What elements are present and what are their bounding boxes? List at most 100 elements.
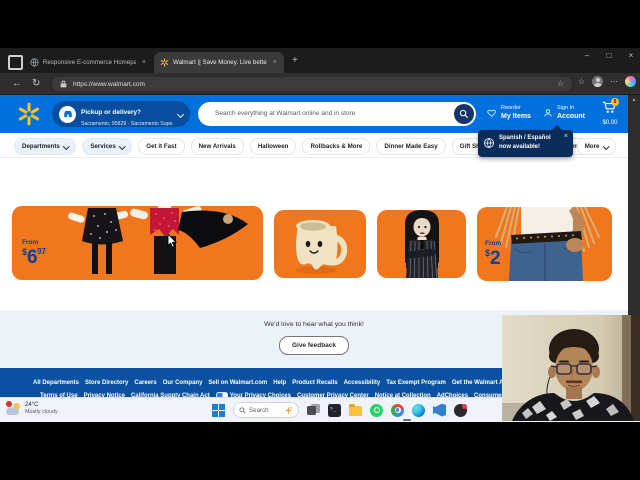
weather-desc: Mostly cloudy [25,408,58,415]
nav-item-departments[interactable]: Departments [14,138,77,155]
footer-link-help[interactable]: Help [273,380,286,386]
tab-bar: Responsive E-commerce Homepa × Walmart |… [0,48,640,73]
taskbar-search-box[interactable]: Search [233,402,299,418]
windows-start-button[interactable] [212,403,225,417]
nav-item-dinner-made-easy[interactable]: Dinner Made Easy [376,138,446,155]
browser-tab-ecommerce[interactable]: Responsive E-commerce Homepa × [24,52,152,73]
nav-item-rollbacks-more[interactable]: Rollbacks & More [302,138,371,155]
close-button[interactable]: × [626,51,636,60]
letterbox-bottom [0,422,640,480]
weather-temp: 24°C [25,402,39,409]
file-explorer-icon[interactable] [349,404,362,416]
edge-icon-active[interactable] [412,403,425,417]
search-input[interactable]: Search everything at Walmart online and … [198,102,476,126]
footer-link-careers[interactable]: Careers [134,380,156,386]
nav-item-get-it-fast[interactable]: Get it Fast [138,138,185,155]
tab-close-icon[interactable]: × [273,59,277,66]
new-tab-button[interactable]: + [292,56,298,66]
footer-link-our-company[interactable]: Our Company [163,380,203,386]
chevron-down-icon [602,142,609,150]
chevron-down-icon [176,110,185,118]
language-popup-title: Spanish / Español [499,135,551,141]
product-image-doll [377,210,466,278]
scroll-up-icon[interactable]: ▲ [628,97,640,103]
chevron-down-icon [118,142,126,150]
mouse-cursor [167,234,178,248]
nav-item-halloween[interactable]: Halloween [249,138,297,155]
product-image-ghost-mug [274,210,366,278]
footer-link-accessibility[interactable]: Accessibility [344,380,381,386]
copilot-sparkle-icon [284,406,293,414]
sign-in-account[interactable]: Sign In Account [543,105,585,120]
reorder-label: Reorder [501,105,521,111]
tab-close-icon[interactable]: × [142,59,146,66]
search-placeholder: Search [249,406,269,414]
popup-close-icon[interactable]: × [564,133,568,140]
webcam-video [502,315,640,421]
give-feedback-button[interactable]: Give feedback [279,336,349,355]
cart-count-badge: 0 [611,98,619,106]
tab-actions-icon[interactable] [8,55,23,70]
language-popup: Spanish / Español now available! × [478,125,573,157]
nav-item-more[interactable]: More [576,138,616,155]
terminal-icon[interactable] [328,403,341,417]
heart-icon [487,109,496,117]
cart-total: $0.00 [602,120,618,126]
url-text: https://www.walmart.com [73,80,145,88]
search-placeholder: Search everything at Walmart online and … [215,110,356,117]
product-card-doll[interactable] [377,210,466,278]
account-label: Account [557,113,585,120]
footer-link-tax-exempt-program[interactable]: Tax Exempt Program [386,380,446,386]
chrome-icon[interactable] [391,403,404,417]
profile-avatar[interactable] [592,76,603,87]
footer-link-sell-on-walmart-com[interactable]: Sell on Walmart.com [208,380,267,386]
bookmark-star-icon[interactable]: ☆ [557,79,564,88]
pickup-location: Sacramento, 95829 · Sacramento Supe... [81,120,173,127]
price-amount: 6 [27,246,38,268]
webcam-overlay [502,315,640,421]
browser-tab-walmart-active[interactable]: Walmart || Save Money. Live bette × [154,52,284,73]
vscode-icon[interactable] [433,403,446,417]
product-card-ghost-mug[interactable] [274,210,366,278]
walmart-spark-favicon-icon [160,58,169,67]
whatsapp-icon[interactable] [370,403,383,417]
walmart-logo-icon[interactable] [17,102,41,126]
person-icon [544,109,552,117]
sign-in-label: Sign In [557,105,575,111]
recorder-app-icon[interactable] [454,403,467,417]
search-button[interactable] [454,104,474,124]
walmart-header: Pickup or delivery? Sacramento, 95829 · … [0,95,628,133]
favorites-icon[interactable]: ☆ [578,77,585,86]
minimize-button[interactable]: – [582,51,592,60]
letterbox-top [0,0,640,48]
browser-menu-icon[interactable]: ⋯ [610,77,618,86]
task-view-icon[interactable] [307,403,320,417]
maximize-button[interactable]: □ [604,51,614,60]
tab-title: Responsive E-commerce Homepa [42,59,136,66]
reorder-my-items[interactable]: Reorder My Items [487,105,531,120]
footer-link-product-recalls[interactable]: Product Recalls [292,380,337,386]
footer-link-store-directory[interactable]: Store Directory [85,380,128,386]
weather-widget[interactable]: 24°C Mostly cloudy [6,401,58,416]
pickup-delivery-selector[interactable]: Pickup or delivery? Sacramento, 95829 · … [52,101,190,127]
nav-item-services[interactable]: Services [82,138,133,155]
product-card-denim[interactable]: From $2 [477,207,612,281]
cart-button[interactable]: 0 $0.00 [596,98,624,126]
refresh-button[interactable]: ↻ [32,78,40,89]
globe-icon [484,138,494,148]
weather-icon [6,401,21,416]
product-card-costumes[interactable]: From $697 [12,206,263,280]
back-button[interactable]: ← [12,78,22,89]
tab-title: Walmart || Save Money. Live bette [173,59,267,66]
search-icon [239,406,246,414]
address-bar[interactable]: https://www.walmart.com ☆ [52,77,572,91]
store-icon [59,105,76,123]
browser-toolbar: ← ↻ https://www.walmart.com ☆ ☆ ⋯ [0,73,640,95]
screen: Responsive E-commerce Homepa × Walmart |… [0,0,640,480]
nav-item-new-arrivals[interactable]: New Arrivals [190,138,244,155]
lock-icon [60,80,67,88]
footer-link-all-departments[interactable]: All Departments [33,380,79,386]
copilot-icon[interactable] [625,76,636,87]
language-popup-subtitle: now available! [499,144,541,150]
weather-alert-badge [6,401,12,407]
